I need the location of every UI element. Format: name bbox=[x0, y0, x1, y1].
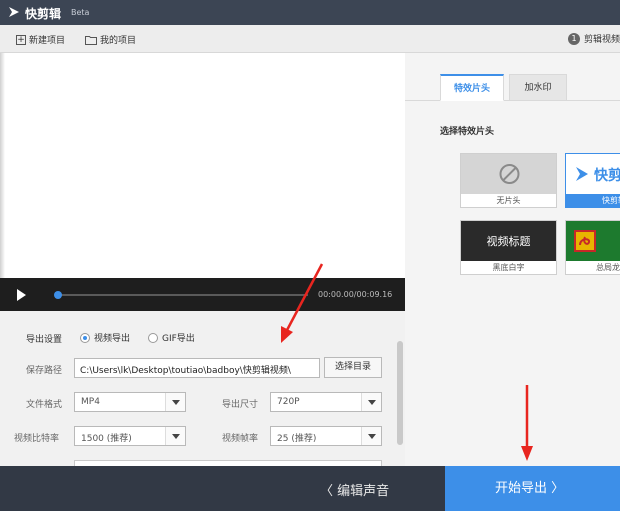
black-white-thumb-text: 视频标题 bbox=[486, 235, 531, 248]
app-name: 快剪辑 bbox=[25, 7, 62, 21]
timecode: 00:00.00/00:09.16 bbox=[318, 290, 393, 299]
prohibited-icon bbox=[499, 164, 520, 184]
opener-dragon-caption: 总局龙标 bbox=[566, 261, 620, 274]
frame-rate-label: 视频帧率 bbox=[222, 434, 259, 444]
plus-square-icon: + bbox=[16, 34, 26, 45]
bitrate-value: 1500 (推荐) bbox=[81, 434, 132, 444]
progress-thumb[interactable] bbox=[54, 291, 62, 299]
gif-export-label: GIF导出 bbox=[162, 334, 195, 344]
export-settings-label: 导出设置 bbox=[26, 335, 63, 345]
chevron-down-icon bbox=[165, 427, 185, 445]
kuaijianji-thumb-text: 快剪 bbox=[594, 168, 620, 184]
new-project-button[interactable]: + 新建项目 bbox=[16, 33, 65, 46]
file-format-select[interactable]: MP4 bbox=[74, 392, 186, 412]
app-logo-icon bbox=[9, 7, 19, 17]
folder-icon bbox=[85, 35, 97, 45]
playback-bar: 00:00.00/00:09.16 bbox=[0, 278, 405, 311]
settings-scrollbar[interactable] bbox=[397, 341, 403, 445]
radio-selected-icon bbox=[80, 332, 90, 343]
start-export-button[interactable]: 开始导出 〉 bbox=[445, 466, 620, 511]
effects-panel: 特效片头 加水印 选择特效片头 无片头 快剪 快剪辑 bbox=[405, 53, 620, 466]
opener-black-white[interactable]: 视频标题 黑底白字 bbox=[460, 220, 557, 275]
select-intro-title: 选择特效片头 bbox=[440, 127, 495, 137]
chevron-down-icon bbox=[361, 393, 381, 411]
my-projects-label: 我的项目 bbox=[100, 36, 137, 46]
opener-black-white-thumb: 视频标题 bbox=[461, 221, 556, 261]
tab-watermark[interactable]: 加水印 bbox=[509, 74, 567, 101]
step-indicator[interactable]: 1 剪辑视频 bbox=[567, 32, 620, 45]
opener-none-caption: 无片头 bbox=[461, 194, 556, 207]
video-preview bbox=[0, 53, 405, 278]
frame-rate-value: 25 (推荐) bbox=[277, 434, 317, 444]
save-path-label: 保存路径 bbox=[26, 366, 63, 376]
dragon-emblem-icon bbox=[574, 230, 596, 252]
save-path-input[interactable]: C:\Users\lk\Desktop\toutiao\badboy\快剪辑视频… bbox=[74, 358, 320, 378]
opener-black-white-caption: 黑底白字 bbox=[461, 261, 556, 274]
toolbar: + 新建项目 我的项目 1 剪辑视频 bbox=[0, 25, 620, 53]
video-export-label: 视频导出 bbox=[94, 334, 131, 344]
opener-none[interactable]: 无片头 bbox=[460, 153, 557, 208]
step-label: 剪辑视频 bbox=[583, 35, 620, 45]
opener-dragon-thumb bbox=[566, 221, 620, 261]
bitrate-select[interactable]: 1500 (推荐) bbox=[74, 426, 186, 446]
export-settings: 导出设置 视频导出 GIF导出 保存路径 C:\Users\lk\Desktop… bbox=[0, 311, 405, 472]
my-projects-button[interactable]: 我的项目 bbox=[85, 33, 136, 46]
export-size-value: 720P bbox=[277, 397, 300, 407]
bitrate-label: 视频比特率 bbox=[14, 434, 60, 444]
export-size-select[interactable]: 720P bbox=[270, 392, 382, 412]
frame-rate-select[interactable]: 25 (推荐) bbox=[270, 426, 382, 446]
edit-audio-button[interactable]: 〈 编辑声音 bbox=[320, 480, 389, 499]
step-number: 1 bbox=[567, 32, 580, 45]
new-project-label: 新建项目 bbox=[29, 36, 66, 46]
chevron-down-icon bbox=[165, 393, 185, 411]
browse-folder-button[interactable]: 选择目录 bbox=[324, 357, 382, 378]
gif-export-radio[interactable]: GIF导出 bbox=[148, 331, 195, 344]
kuaijianji-logo-icon bbox=[576, 167, 588, 181]
title-bar: 快剪辑 Beta bbox=[0, 0, 620, 25]
opener-dragon-logo[interactable]: 总局龙标 bbox=[565, 220, 620, 275]
beta-badge: Beta bbox=[71, 8, 90, 17]
opener-kuaijianji-thumb: 快剪 bbox=[566, 154, 620, 194]
chevron-down-icon bbox=[361, 427, 381, 445]
progress-track[interactable] bbox=[58, 294, 308, 296]
effects-tabbar: 特效片头 加水印 bbox=[405, 53, 620, 101]
opener-kuaijianji-caption: 快剪辑 bbox=[566, 194, 620, 207]
radio-unselected-icon bbox=[148, 332, 158, 343]
opener-none-thumb bbox=[461, 154, 556, 194]
file-format-value: MP4 bbox=[81, 397, 100, 407]
play-icon[interactable] bbox=[17, 289, 26, 301]
file-format-label: 文件格式 bbox=[26, 400, 63, 410]
export-size-label: 导出尺寸 bbox=[222, 400, 259, 410]
tab-intro-effects[interactable]: 特效片头 bbox=[440, 74, 504, 101]
opener-kuaijianji[interactable]: 快剪 快剪辑 bbox=[565, 153, 620, 208]
app-window: 快剪辑 Beta + 新建项目 我的项目 1 剪辑视频 00:00.00/00:… bbox=[0, 0, 620, 511]
video-export-radio[interactable]: 视频导出 bbox=[80, 331, 130, 344]
